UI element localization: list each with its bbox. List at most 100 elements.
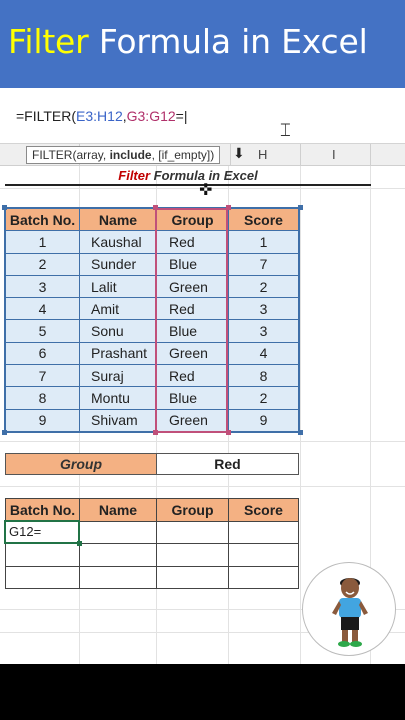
cell-group[interactable]: Blue bbox=[156, 252, 229, 276]
banner-title-accent: Filter bbox=[8, 22, 89, 61]
cell-name[interactable]: Kaushal bbox=[79, 230, 157, 254]
cell-score[interactable]: 2 bbox=[228, 274, 299, 299]
spreadsheet-area: =FILTER(E3:H12,G3:G12=| ⌶ H I FILTER(arr… bbox=[0, 88, 405, 664]
formula-bar[interactable]: =FILTER(E3:H12,G3:G12=| ⌶ bbox=[0, 88, 405, 144]
cell-score[interactable]: 2 bbox=[228, 386, 299, 410]
table-row bbox=[5, 543, 299, 567]
cell-group[interactable]: Blue bbox=[156, 319, 229, 343]
cell-name[interactable]: Lalit bbox=[79, 274, 157, 299]
cell-batch-no[interactable]: 5 bbox=[5, 319, 80, 343]
tooltip-func: FILTER(array, bbox=[32, 148, 110, 162]
cell-name[interactable]: Shivam bbox=[79, 408, 157, 432]
header-name[interactable]: Name bbox=[79, 207, 157, 232]
cell-score[interactable]: 8 bbox=[228, 364, 299, 388]
cell-group[interactable]: Green bbox=[156, 274, 229, 299]
table-row: 3 Lalit Green 2 bbox=[5, 274, 299, 299]
cell-name[interactable]: Sonu bbox=[79, 319, 157, 343]
column-header-h[interactable]: H bbox=[258, 147, 267, 162]
sheet-title: Filter Formula in Excel bbox=[5, 166, 371, 186]
criteria-value[interactable]: Red bbox=[156, 453, 299, 475]
result-cell[interactable] bbox=[156, 543, 229, 567]
column-separator bbox=[370, 144, 371, 166]
header-group[interactable]: Group bbox=[156, 207, 229, 232]
criteria-label[interactable]: Group bbox=[5, 453, 157, 475]
range-handle[interactable] bbox=[298, 430, 303, 435]
result-cell[interactable] bbox=[156, 520, 229, 544]
table-row: 6 Prashant Green 4 bbox=[5, 341, 299, 366]
header-score[interactable]: Score bbox=[228, 207, 299, 232]
range-handle[interactable] bbox=[153, 205, 158, 210]
cell-name[interactable]: Prashant bbox=[79, 341, 157, 366]
cell-batch-no[interactable]: 7 bbox=[5, 364, 80, 388]
cell-group[interactable]: Blue bbox=[156, 386, 229, 410]
table-row: 1 Kaushal Red 1 bbox=[5, 230, 299, 254]
cell-name[interactable]: Suraj bbox=[79, 364, 157, 388]
fill-handle[interactable] bbox=[77, 541, 82, 546]
sheet-title-accent: Filter bbox=[118, 168, 151, 183]
range-handle[interactable] bbox=[2, 205, 7, 210]
cell-name[interactable]: Montu bbox=[79, 386, 157, 410]
column-header-i[interactable]: I bbox=[332, 147, 336, 162]
range-handle[interactable] bbox=[226, 430, 231, 435]
cell-batch-no[interactable]: 3 bbox=[5, 274, 80, 299]
cell-score[interactable]: 3 bbox=[228, 297, 299, 321]
cell-batch-no[interactable]: 6 bbox=[5, 341, 80, 366]
cell-score[interactable]: 7 bbox=[228, 252, 299, 276]
gridline bbox=[300, 166, 301, 664]
result-header-batch-no[interactable]: Batch No. bbox=[5, 498, 80, 522]
formula-text[interactable]: =FILTER(E3:H12,G3:G12=| bbox=[16, 108, 187, 124]
result-cell[interactable] bbox=[79, 543, 157, 567]
cell-group[interactable]: Green bbox=[156, 408, 229, 432]
formula-range-array: E3:H12 bbox=[76, 108, 123, 124]
column-separator bbox=[300, 144, 301, 166]
move-cursor-icon: ✜ bbox=[199, 180, 213, 199]
ibeam-cursor-icon: ⌶ bbox=[280, 120, 291, 141]
cell-batch-no[interactable]: 4 bbox=[5, 297, 80, 321]
cell-score[interactable]: 1 bbox=[228, 230, 299, 254]
result-cell[interactable] bbox=[79, 565, 157, 589]
header-batch-no[interactable]: Batch No. bbox=[5, 207, 80, 232]
result-header-group[interactable]: Group bbox=[156, 498, 229, 522]
cell-group[interactable]: Red bbox=[156, 297, 229, 321]
cell-group[interactable]: Red bbox=[156, 230, 229, 254]
cell-batch-no[interactable]: 1 bbox=[5, 230, 80, 254]
cell-name[interactable]: Sunder bbox=[79, 252, 157, 276]
tooltip-current-arg: include bbox=[109, 148, 152, 162]
table-row: 2 Sunder Blue 7 bbox=[5, 252, 299, 276]
function-tooltip: FILTER(array, include, [if_empty]) bbox=[26, 146, 221, 164]
formula-prefix: =FILTER( bbox=[16, 108, 77, 124]
cartoon-boy-icon bbox=[332, 578, 368, 647]
cell-name[interactable]: Amit bbox=[79, 297, 157, 321]
table-row: 9 Shivam Green 9 bbox=[5, 408, 299, 432]
cell-batch-no[interactable]: 9 bbox=[5, 408, 80, 432]
cell-group[interactable]: Green bbox=[156, 341, 229, 366]
result-cell[interactable] bbox=[79, 520, 157, 544]
result-cell[interactable] bbox=[5, 565, 80, 589]
table-header-row: Batch No. Name Group Score bbox=[5, 498, 299, 522]
result-cell[interactable] bbox=[156, 565, 229, 589]
result-cell[interactable] bbox=[228, 565, 299, 589]
table-header-row: Batch No. Name Group Score bbox=[5, 207, 299, 232]
active-cell[interactable]: G12= bbox=[4, 520, 80, 544]
cell-batch-no[interactable]: 2 bbox=[5, 252, 80, 276]
cell-score[interactable]: 3 bbox=[228, 319, 299, 343]
cell-score[interactable]: 9 bbox=[228, 408, 299, 432]
range-handle[interactable] bbox=[153, 430, 158, 435]
result-cell[interactable] bbox=[228, 520, 299, 544]
result-cell[interactable] bbox=[228, 543, 299, 567]
cell-score[interactable]: 4 bbox=[228, 341, 299, 366]
presenter-avatar bbox=[302, 562, 396, 656]
range-handle[interactable] bbox=[226, 205, 231, 210]
range-handle[interactable] bbox=[298, 205, 303, 210]
banner-title: Filter Formula in Excel bbox=[8, 22, 368, 61]
column-separator bbox=[230, 144, 231, 166]
table-row bbox=[5, 565, 299, 589]
cell-group[interactable]: Red bbox=[156, 364, 229, 388]
result-cell[interactable] bbox=[5, 543, 80, 567]
formula-range-include: G3:G12 bbox=[126, 108, 176, 124]
result-header-score[interactable]: Score bbox=[228, 498, 299, 522]
range-handle[interactable] bbox=[2, 430, 7, 435]
cell-batch-no[interactable]: 8 bbox=[5, 386, 80, 410]
tooltip-rest: , [if_empty]) bbox=[151, 148, 215, 162]
result-header-name[interactable]: Name bbox=[79, 498, 157, 522]
